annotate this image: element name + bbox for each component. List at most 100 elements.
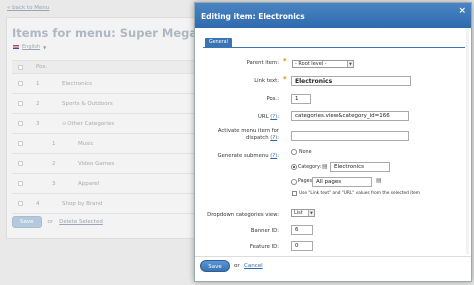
row-checkbox[interactable]: [18, 201, 23, 206]
row-position: 1: [52, 140, 56, 147]
row-position: 2: [52, 160, 56, 167]
dialog-title-bar: Editing item: Electronics ×: [195, 3, 471, 28]
row-name-text: Sports & Outdoors: [62, 100, 113, 107]
pos-input[interactable]: 1: [291, 94, 311, 104]
language-selector[interactable]: English ▼: [13, 44, 46, 50]
table-row[interactable]: 2 Video Games: [12, 154, 195, 174]
dropdown-view-value: List: [294, 210, 303, 216]
banner-id-input[interactable]: 6: [291, 225, 313, 235]
language-label[interactable]: English: [22, 44, 40, 50]
row-name-text: Shop by Brand: [62, 200, 103, 207]
table-row[interactable]: 2 Sports & Outdoors: [12, 94, 195, 114]
or-text: or: [234, 263, 240, 269]
background-save-button[interactable]: Save: [12, 216, 42, 228]
parent-item-value: - Root level -: [295, 61, 327, 67]
collapse-icon[interactable]: ⊖: [62, 121, 66, 127]
row-name[interactable]: Video Games: [78, 161, 114, 167]
generate-submenu-text: Generate submenu: [217, 153, 269, 159]
link-text-input[interactable]: Electronics: [291, 76, 411, 86]
back-to-menu-link[interactable]: « back to Menu: [7, 5, 49, 11]
required-marker: *: [283, 75, 287, 83]
save-button[interactable]: Save: [200, 260, 230, 272]
table-row[interactable]: 1 Music: [12, 134, 195, 154]
row-name[interactable]: Music: [78, 141, 94, 147]
none-radio[interactable]: [291, 149, 297, 155]
generate-submenu-label: Generate submenu (?):: [217, 153, 279, 159]
activate-label-line2: dispatch: [246, 134, 269, 141]
use-values-label: Use "Link text" and "URL" values from th…: [299, 191, 420, 196]
parent-item-select[interactable]: - Root level - ▼: [292, 60, 354, 68]
row-name-text: Music: [78, 140, 94, 147]
row-name[interactable]: Shop by Brand: [62, 201, 102, 207]
page-picker-icon[interactable]: ▤: [376, 177, 382, 184]
delete-selected-link[interactable]: Delete Selected: [59, 219, 103, 225]
url-label: URL (?):: [258, 114, 279, 120]
row-name[interactable]: Electronics: [62, 81, 92, 87]
row-name[interactable]: Apparel: [78, 181, 99, 187]
row-checkbox[interactable]: [18, 181, 23, 186]
row-checkbox[interactable]: [18, 101, 23, 106]
row-position: 4: [36, 200, 40, 207]
close-icon[interactable]: ×: [458, 6, 466, 16]
parent-item-label: Parent item:: [246, 60, 279, 66]
feature-id-label: Feature ID:: [249, 244, 279, 250]
row-checkbox[interactable]: [18, 161, 23, 166]
row-position: 3: [52, 180, 56, 187]
activate-label-line1: Activate menu item for: [217, 128, 279, 134]
table-row[interactable]: 1 Electronics: [12, 74, 195, 94]
required-marker: *: [283, 57, 287, 65]
dialog-title: Editing item: Electronics: [201, 12, 305, 21]
dispatch-input[interactable]: [291, 131, 409, 141]
category-input[interactable]: Electronics: [330, 162, 390, 172]
url-help-link[interactable]: (?): [270, 114, 277, 120]
chevron-down-icon: ▼: [347, 61, 353, 67]
pages-input[interactable]: All pages: [312, 177, 372, 187]
row-checkbox[interactable]: [18, 141, 23, 146]
row-name-text: Electronics: [62, 80, 92, 87]
table-row[interactable]: 3 ⊖Other Categories: [12, 114, 195, 134]
table-header: Pos.: [12, 60, 195, 74]
table-row[interactable]: 4 Shop by Brand: [12, 194, 195, 214]
row-checkbox[interactable]: [18, 81, 23, 86]
generate-help-link[interactable]: (?): [270, 153, 277, 159]
tab-general[interactable]: General: [205, 38, 232, 48]
pos-column-header: Pos.: [36, 64, 48, 70]
pos-label: Pos.:: [266, 96, 279, 102]
table-row[interactable]: 3 Apparel: [12, 174, 195, 194]
url-input[interactable]: categories.view&category_id=166: [291, 111, 409, 121]
none-label: None: [299, 150, 312, 155]
banner-id-label: Banner ID:: [250, 228, 279, 234]
category-radio[interactable]: [291, 164, 297, 170]
tab-strip: General: [203, 38, 465, 48]
edit-item-dialog: Editing item: Electronics × General Pare…: [194, 2, 472, 282]
chevron-down-icon: ▼: [43, 44, 47, 50]
row-position: 3: [36, 120, 40, 127]
row-name-text: Video Games: [78, 160, 115, 167]
chevron-down-icon: ▼: [308, 210, 314, 216]
or-text: or: [47, 219, 54, 225]
activate-help-link[interactable]: (?): [270, 135, 277, 141]
row-name[interactable]: ⊖Other Categories: [62, 121, 114, 127]
flag-icon: [13, 45, 19, 49]
row-name-text: Other Categories: [67, 120, 115, 127]
dialog-scrollbar[interactable]: [466, 29, 469, 254]
row-name[interactable]: Sports & Outdoors: [62, 101, 113, 107]
dialog-footer-divider: [195, 256, 471, 257]
link-text-label: Link text:: [254, 78, 279, 84]
row-name-text: Apparel: [78, 180, 100, 187]
row-position: 2: [36, 100, 40, 107]
category-label: Category:: [298, 165, 322, 170]
cancel-link[interactable]: Cancel: [244, 263, 263, 269]
use-values-checkbox[interactable]: [292, 191, 297, 196]
activate-dispatch-label: Activate menu item for dispatch (?):: [217, 128, 279, 141]
menu-items-table: Pos. 1 Electronics 2 Sports & Outdoors 3 ⊖Oth…: [12, 60, 195, 214]
row-position: 1: [36, 80, 40, 87]
pages-radio[interactable]: [291, 179, 297, 185]
folder-icon[interactable]: ▤: [322, 163, 328, 170]
feature-id-input[interactable]: 0: [291, 241, 313, 251]
dropdown-view-select[interactable]: List ▼: [291, 209, 315, 217]
select-all-checkbox[interactable]: [18, 64, 23, 70]
row-checkbox[interactable]: [18, 121, 23, 126]
url-label-text: URL: [258, 114, 269, 120]
background-footer: Save or Delete Selected: [12, 216, 103, 228]
